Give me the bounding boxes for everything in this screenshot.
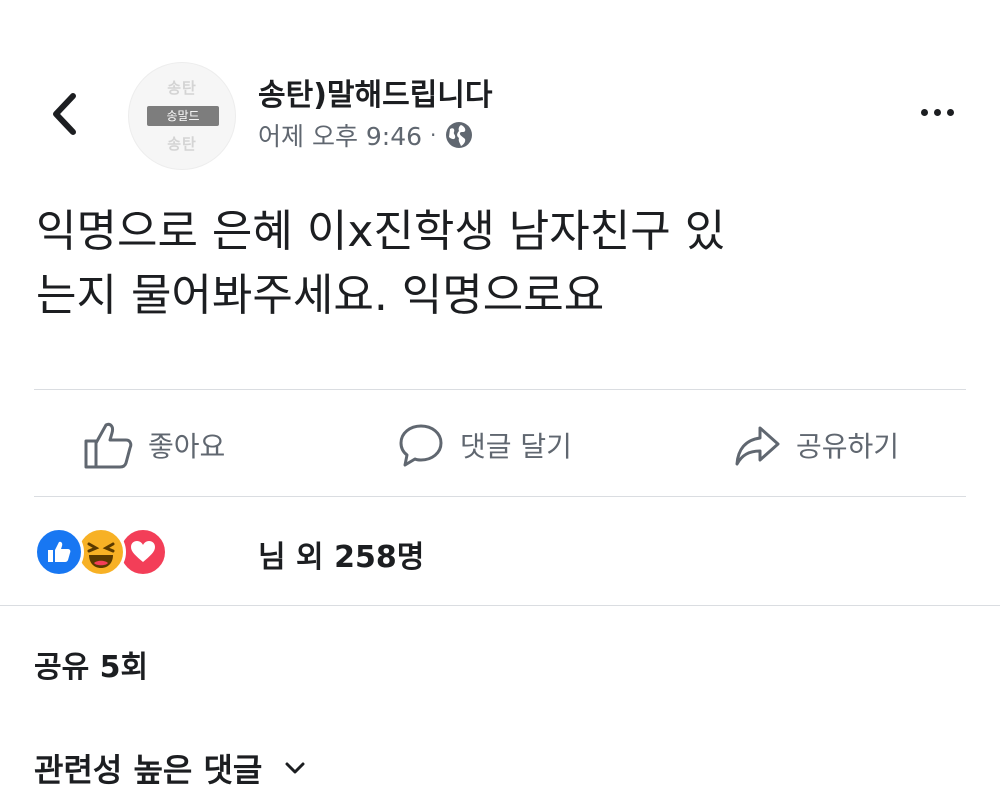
reaction-icons[interactable] [34, 527, 168, 577]
share-label: 공유하기 [796, 430, 900, 463]
like-button[interactable]: 좋아요 [82, 416, 225, 474]
comment-label: 댓글 달기 [460, 430, 572, 463]
chevron-down-icon [285, 762, 305, 774]
page-name[interactable]: 송탄)말해드립니다 [258, 70, 493, 114]
divider [34, 389, 966, 390]
divider [0, 605, 1000, 606]
comment-icon [399, 424, 443, 467]
globe-icon[interactable] [444, 120, 474, 150]
avatar-watermark: 송탄 [167, 79, 197, 97]
post-timestamp[interactable]: 어제 오후 9:46 [258, 117, 422, 153]
share-button[interactable]: 공유하기 [732, 416, 899, 474]
share-icon [735, 426, 780, 466]
more-options-button[interactable] [912, 96, 962, 128]
like-reaction-icon [34, 527, 84, 577]
share-count[interactable]: 공유 5회 [34, 642, 148, 686]
post-text-line: 익명으로 은혜 이x진학생 남자친구 있 [36, 206, 726, 257]
chevron-left-icon [53, 93, 76, 135]
comment-sort-label: 관련성 높은 댓글 [34, 751, 263, 789]
post-text: 익명으로 은혜 이x진학생 남자친구 있 는지 물어봐주세요. 익명으로요 [36, 200, 966, 328]
thumbs-up-icon [84, 422, 133, 469]
like-label: 좋아요 [148, 430, 226, 463]
post-screen: 송탄 송말드 송탄 송탄)말해드립니다 어제 오후 9:46 · 익명으로 은혜… [0, 0, 1000, 809]
reaction-count[interactable]: 님 외 258명 [258, 532, 424, 576]
comment-sort-dropdown[interactable]: 관련성 높은 댓글 [34, 745, 306, 791]
meta-separator: · [430, 123, 437, 147]
back-button[interactable] [42, 86, 86, 142]
post-text-line: 는지 물어봐주세요. 익명으로요 [36, 270, 605, 321]
page-avatar[interactable]: 송탄 송말드 송탄 [128, 62, 236, 170]
comment-button[interactable]: 댓글 달기 [396, 416, 572, 474]
post-meta: 어제 오후 9:46 · [258, 117, 474, 153]
avatar-label: 송말드 [147, 106, 219, 126]
more-horizontal-icon [920, 108, 954, 116]
avatar-watermark: 송탄 [167, 135, 197, 153]
divider [34, 496, 966, 497]
